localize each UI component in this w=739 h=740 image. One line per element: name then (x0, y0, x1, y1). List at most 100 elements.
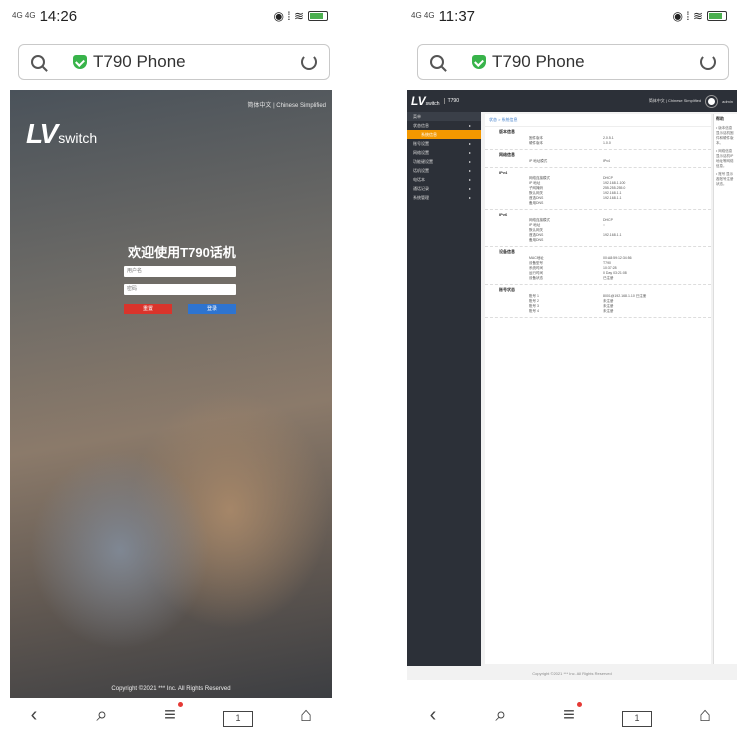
battery-icon (308, 11, 328, 21)
reset-button[interactable]: 重置 (124, 304, 172, 314)
info-value: 1.0.0 (603, 141, 611, 145)
side-menu-item[interactable]: 网络设置 ▸ (407, 148, 481, 157)
login-button[interactable]: 登录 (188, 304, 236, 314)
language-switch[interactable]: 简体中文 | Chinese Simplified (649, 98, 701, 104)
info-section: 网络信息 IP 地址模式 IPv4 (485, 150, 711, 168)
reload-icon[interactable] (301, 54, 317, 70)
section-title: 账号状态 (499, 287, 515, 292)
side-menu-item[interactable]: 账号设置 ▸ (407, 139, 481, 148)
info-row: 备用DNS (485, 238, 711, 243)
section-title: 版本信息 (499, 129, 515, 134)
help-title: 帮助 (716, 116, 724, 121)
info-section: IPv6 网络连接模式 DHCP IP 地址:: 默认网关 首选DNS 192.168.1.… (485, 210, 711, 247)
home-icon[interactable]: ⌂ (291, 704, 321, 727)
info-value: 已注册 (603, 276, 614, 280)
info-row: 硬件版本 1.0.0 (485, 141, 711, 146)
copyright: Copyright ©2021 *** Inc. All Rights Rese… (532, 671, 612, 676)
help-text: • 网络信息 显示话机IP地址等网络信息。 (716, 149, 734, 168)
chevron-right-icon: ▸ (468, 186, 471, 191)
section-title: 设备信息 (499, 249, 515, 254)
info-row: 备用DNS (485, 201, 711, 206)
side-menu-item[interactable]: 话机设置 ▸ (407, 166, 481, 175)
section-title: 网络信息 (499, 152, 515, 157)
tabs-icon[interactable]: 1 (622, 704, 652, 727)
info-section: 版本信息 固件版本 2.0.5.1 硬件版本 1.0.0 (485, 127, 711, 150)
back-icon[interactable]: ‹ (418, 704, 448, 727)
menu-icon[interactable]: ≡ (155, 701, 185, 727)
battery-icon (707, 11, 727, 21)
page-title: T790 Phone (492, 52, 585, 71)
page-title: T790 Phone (93, 52, 186, 71)
side-menu-item-label: 网络设置 (413, 150, 429, 155)
signal-icon: 4G 4G (411, 11, 435, 20)
side-menu-item-label: 账号设置 (413, 141, 429, 146)
breadcrumb[interactable]: 状态 > 系统信息 (485, 114, 711, 127)
side-menu-item[interactable]: 状态信息 ▸ (407, 121, 481, 130)
address-bar[interactable]: T790 Phone (417, 44, 729, 80)
home-icon[interactable]: ⌂ (690, 704, 720, 727)
browser-nav-bar: ‹ ⌕ ≡ 1 ⌂ (0, 690, 340, 740)
chevron-right-icon: ▸ (468, 159, 471, 164)
admin-top-bar: LVswitch T790 简体中文 | Chinese Simplified … (407, 90, 737, 112)
phone-screen-login: 4G 4G 14:26 ◉ ⁞ ≋ T790 Phone 简体中文 | Chin… (0, 0, 340, 740)
language-switch[interactable]: 简体中文 | Chinese Simplified (247, 100, 326, 109)
side-menu-item[interactable]: 通话记录 ▸ (407, 184, 481, 193)
side-menu-item[interactable]: 系统管理 ▸ (407, 193, 481, 202)
info-section: IPv4 网络连接模式 DHCP IP 地址 192.168.1.100 子网掩码 255.… (485, 168, 711, 210)
search-nav-icon[interactable]: ⌕ (486, 704, 516, 727)
browser-nav-bar: ‹ ⌕ ≡ 1 ⌂ (399, 690, 739, 740)
status-time: 11:37 (438, 7, 476, 25)
chevron-right-icon: ▸ (468, 195, 471, 200)
info-key: 账号 4 (529, 309, 539, 313)
help-text: • 版本信息 显示话机固件和硬件版本。 (716, 126, 734, 145)
info-key: 设备状态 (529, 276, 543, 280)
search-nav-icon[interactable]: ⌕ (87, 704, 117, 727)
address-bar[interactable]: T790 Phone (18, 44, 330, 80)
side-menu-item-label: 话机设置 (413, 168, 429, 173)
info-key: IP 地址模式 (529, 159, 548, 163)
admin-page: LVswitch T790 简体中文 | Chinese Simplified … (407, 90, 737, 680)
status-time: 14:26 (39, 7, 78, 25)
side-menu-item-label: 系统信息 (421, 132, 437, 137)
lvswitch-logo: LVswitch (26, 118, 98, 149)
secure-shield-icon (73, 55, 87, 69)
chevron-right-icon: ▸ (468, 141, 471, 146)
reload-icon[interactable] (700, 54, 716, 70)
chevron-right-icon: ▸ (468, 177, 471, 182)
info-key: 硬件版本 (529, 141, 543, 145)
back-icon[interactable]: ‹ (19, 704, 49, 727)
menu-icon[interactable]: ≡ (554, 701, 584, 727)
background-photo-keyboard (30, 450, 210, 650)
login-page: 简体中文 | Chinese Simplified LV switch 欢迎使用T… (10, 90, 332, 698)
info-value: IPv4 (603, 159, 611, 163)
user-avatar[interactable] (705, 94, 719, 108)
info-section: 设备信息 MAC地址 00:A8:59:12:34:56 设备型号 T790 系统时间 10… (485, 247, 711, 285)
search-icon[interactable] (31, 55, 45, 69)
password-input[interactable]: 密码 (124, 284, 236, 295)
side-menu: 菜单 状态信息 ▸ 系统信息 账号设置 ▸ 网络设置 ▸ 功能键设置 ▸ 话机设置 ▸ 电话本 ▸ 通话记… (407, 112, 481, 666)
side-menu-item-label: 系统管理 (413, 195, 429, 200)
side-menu-item[interactable]: 功能键设置 ▸ (407, 157, 481, 166)
side-menu-item[interactable]: 系统信息 (407, 130, 481, 139)
side-menu-header: 菜单 (407, 112, 481, 121)
tabs-icon[interactable]: 1 (223, 704, 253, 727)
section-title: IPv4 (499, 170, 508, 175)
status-icons: ◉ ⁞ ≋ (273, 9, 328, 23)
info-section: 账号状态 账号 1 8001@192.168.1.10 已注册 账号 2 未注册 账号 3… (485, 285, 711, 318)
user-name[interactable]: admin (722, 99, 733, 104)
search-icon[interactable] (430, 55, 444, 69)
help-text: • 账号 显示各账号注册状态。 (716, 172, 734, 186)
info-value: 192.168.1.1 (603, 196, 622, 200)
main-content: 状态 > 系统信息 版本信息 固件版本 2.0.5.1 硬件版本 1.0.0 网络信息 IP… (485, 114, 711, 664)
top-right-tools: 简体中文 | Chinese Simplified admin (649, 94, 733, 108)
status-icons: ◉ ⁞ ≋ (672, 9, 727, 23)
info-row: 账号 4 未注册 (485, 309, 711, 314)
username-input[interactable]: 用户名 (124, 266, 236, 277)
side-menu-item-label: 状态信息 (413, 123, 429, 128)
welcome-heading: 欢迎使用T790话机 (128, 245, 236, 260)
info-row: 设备状态 已注册 (485, 276, 711, 281)
side-menu-item[interactable]: 电话本 ▸ (407, 175, 481, 184)
status-bar: 4G 4G 14:26 ◉ ⁞ ≋ (0, 0, 340, 32)
info-value: 未注册 (603, 309, 614, 313)
lvswitch-logo: LVswitch (411, 94, 440, 108)
